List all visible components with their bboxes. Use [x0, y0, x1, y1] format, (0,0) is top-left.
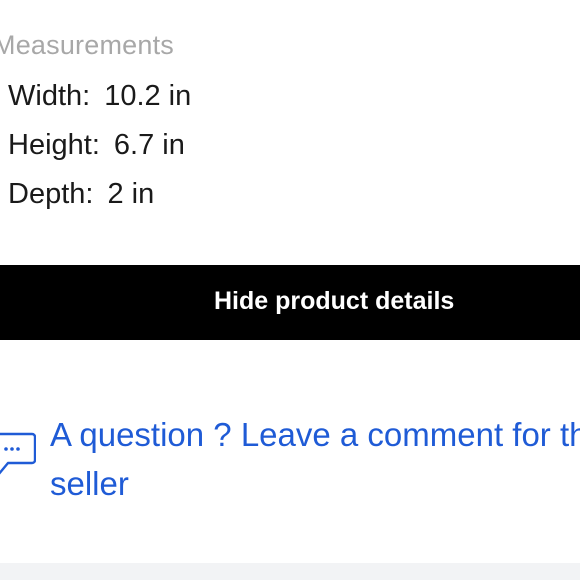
leave-comment-line-1: A question ? Leave a comment for the [50, 416, 580, 453]
measurement-width-label: Width: [8, 80, 91, 112]
leave-comment-line-2: seller [50, 465, 129, 502]
measurement-height: Height: 6.7 in [8, 129, 185, 162]
measurement-height-value: 6.7 in [113, 129, 185, 161]
measurement-width-value: 10.2 in [104, 80, 192, 112]
measurement-depth: Depth: 2 in [8, 178, 154, 211]
footer-band [0, 563, 580, 580]
product-details-panel: Measurements Width: 10.2 in Height: 6.7 in… [0, 0, 580, 580]
hide-product-details-button[interactable]: Hide product details [0, 265, 580, 340]
measurement-depth-label: Depth: [8, 178, 94, 210]
measurement-width: Width: 10.2 in [8, 80, 191, 113]
measurement-depth-value: 2 in [107, 178, 155, 210]
measurements-heading: Measurements [0, 30, 174, 60]
leave-comment-link[interactable]: A question ? Leave a comment for the sel… [50, 410, 580, 508]
hide-product-details-label: Hide product details [214, 287, 455, 315]
measurement-height-label: Height: [8, 129, 100, 161]
comment-icon[interactable] [0, 432, 36, 478]
